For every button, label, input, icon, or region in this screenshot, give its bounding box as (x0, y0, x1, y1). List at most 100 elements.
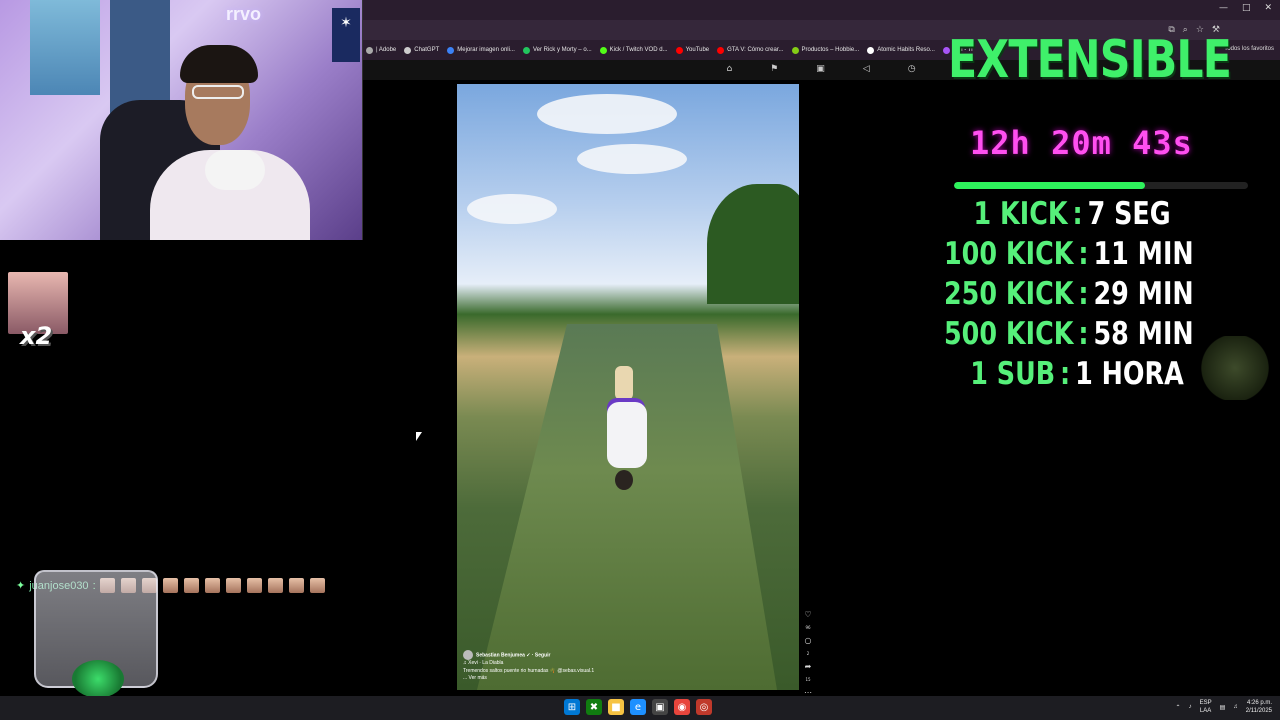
bookmark-item[interactable]: Ver Rick y Morty – o... (522, 46, 592, 54)
bookmark-label: Productos – Hobbie... (801, 47, 860, 53)
rule-label: 100 KICK (944, 236, 1074, 272)
bookmark-item[interactable]: | Adobe (366, 46, 397, 54)
share-count: 15 (805, 677, 811, 682)
diver-legs (615, 366, 633, 400)
like-count: 96 (805, 625, 811, 630)
chat-emote-icon (204, 578, 220, 593)
video-player[interactable]: Sebastian Benjumea ✓ · Seguir ♫ Xevi · L… (457, 84, 799, 690)
author-avatar[interactable] (463, 650, 473, 660)
minimize-button[interactable]: — (1219, 3, 1228, 13)
xbox-icon[interactable]: ✖ (586, 699, 602, 715)
bookmark-item[interactable]: Atomic Habits Reso... (867, 46, 935, 54)
all-bookmarks-link[interactable]: Todos los favoritos (1224, 46, 1274, 52)
subathon-timer: 12h 20m 43s (970, 124, 1193, 162)
video-audio[interactable]: ♫ Xevi · La Diabla (463, 660, 594, 668)
maximize-button[interactable]: □ (1242, 3, 1251, 13)
share-icon[interactable]: ➦ (805, 662, 812, 671)
rule-row: 250 KICK:29 MIN (944, 274, 1194, 314)
rule-label: 1 KICK (973, 196, 1068, 232)
home-icon[interactable]: ⌂ (726, 64, 732, 80)
chat-emote-icon (225, 578, 241, 593)
clock[interactable]: 4:26 p.m. 2/11/2025 (1246, 699, 1272, 715)
bookmark-favicon-icon (599, 46, 607, 54)
rule-label: 1 SUB (970, 356, 1056, 392)
timer-progress-bar (954, 182, 1248, 189)
cloud (467, 194, 557, 224)
store-icon[interactable]: ▣ (652, 699, 668, 715)
chat-emote-icon (183, 578, 199, 593)
close-button[interactable]: ✕ (1264, 3, 1272, 13)
chat-badge-icon: ✦ (16, 580, 26, 592)
bookmark-item[interactable]: ChatGPT (404, 46, 440, 54)
see-more-link[interactable]: ... Ver más (463, 675, 594, 683)
comment-icon[interactable]: ○ (805, 636, 812, 645)
bookmark-item[interactable]: GTA V: Cómo crear... (717, 46, 784, 54)
webcam-window (30, 0, 100, 95)
bookmark-label: | Adobe (376, 47, 397, 53)
jar-coins-icon (72, 660, 124, 698)
rule-separator: : (1078, 236, 1089, 272)
bookmark-item[interactable]: Kick / Twitch VOD d... (599, 46, 668, 54)
mouse-cursor-icon (416, 432, 422, 441)
rule-separator: : (1078, 316, 1089, 352)
diver-head (615, 470, 633, 490)
rule-row: 1 SUB:1 HORA (944, 354, 1190, 394)
mic-icon[interactable]: ♪ (1189, 704, 1192, 710)
bookmark-item[interactable]: Productos – Hobbie... (791, 46, 860, 54)
rule-value: 29 MIN (1093, 276, 1194, 312)
rule-separator: : (1078, 276, 1089, 312)
rule-value: 1 HORA (1075, 356, 1184, 392)
volume-icon[interactable]: ♫ (1233, 704, 1238, 710)
bookmark-favicon-icon (791, 46, 799, 54)
video-author[interactable]: Sebastian Benjumea ✓ · Seguir (476, 652, 551, 658)
cloud (577, 144, 687, 174)
clock-icon[interactable]: ◷ (908, 64, 916, 80)
tray-chevron-icon[interactable]: ⌃ (1176, 704, 1181, 711)
windows-start-icon[interactable]: ⊞ (564, 699, 580, 715)
channel-emblem-icon (1200, 336, 1270, 400)
streamer-hair (180, 45, 258, 83)
watch-icon[interactable]: ▣ (816, 64, 825, 80)
bookmark-favicon-icon (867, 46, 875, 54)
bookmark-label: Kick / Twitch VOD d... (609, 47, 668, 53)
rule-row: 1 KICK:7 SEG (944, 194, 1190, 234)
chrome-icon[interactable]: ◉ (674, 699, 690, 715)
bookmark-favicon-icon (366, 46, 373, 54)
bookmark-item[interactable]: Mejorar imagen onli... (447, 46, 515, 54)
file-explorer-icon[interactable]: ■ (608, 699, 624, 715)
rule-row: 100 KICK:11 MIN (944, 234, 1194, 274)
trees (707, 184, 799, 304)
bookmark-label: Atomic Habits Reso... (877, 47, 935, 53)
megaphone-icon[interactable]: ◁ (863, 64, 870, 80)
taskbar-apps: ⊞ ✖ ■ e ▣ ◉ ◎ (564, 699, 712, 715)
lang-region: LAA (1199, 708, 1212, 714)
webcam-feed: rrvo ✶ (0, 0, 363, 240)
flag-icon[interactable]: ⚑ (770, 64, 778, 80)
bookmark-label: Ver Rick y Morty – o... (532, 47, 592, 53)
language-indicator[interactable]: ESP LAA (1200, 699, 1212, 715)
clock-time: 4:26 p.m. (1246, 700, 1272, 706)
edge-icon[interactable]: e (630, 699, 646, 715)
chat-emote-icon (267, 578, 283, 593)
bookmark-favicon-icon (447, 46, 455, 54)
network-icon[interactable]: ▤ (1220, 704, 1226, 711)
bookmark-label: Mejorar imagen onli... (457, 47, 515, 53)
bookmark-label: ChatGPT (414, 47, 440, 53)
video-caption: Sebastian Benjumea ✓ · Seguir ♫ Xevi · L… (463, 650, 594, 683)
bookmark-item[interactable]: YouTube (675, 46, 710, 54)
multiplier-badge: x2 (20, 322, 53, 350)
window-controls: — □ ✕ (1219, 3, 1272, 13)
neon-sign: rrvo (226, 4, 262, 24)
bookmark-label: YouTube (685, 47, 710, 53)
obs-icon[interactable]: ◎ (696, 699, 712, 715)
rule-separator: : (1072, 196, 1083, 232)
like-icon[interactable]: ♡ (804, 610, 811, 619)
rule-value: 58 MIN (1093, 316, 1194, 352)
chat-emote-icon (246, 578, 262, 593)
diver-shirt (607, 402, 647, 468)
rule-row: 500 KICK:58 MIN (944, 314, 1194, 354)
rule-separator: : (1060, 356, 1071, 392)
chat-emote-icon (288, 578, 304, 593)
subathon-title: EXTENSIBLE (948, 30, 1232, 90)
cloud (537, 94, 677, 134)
